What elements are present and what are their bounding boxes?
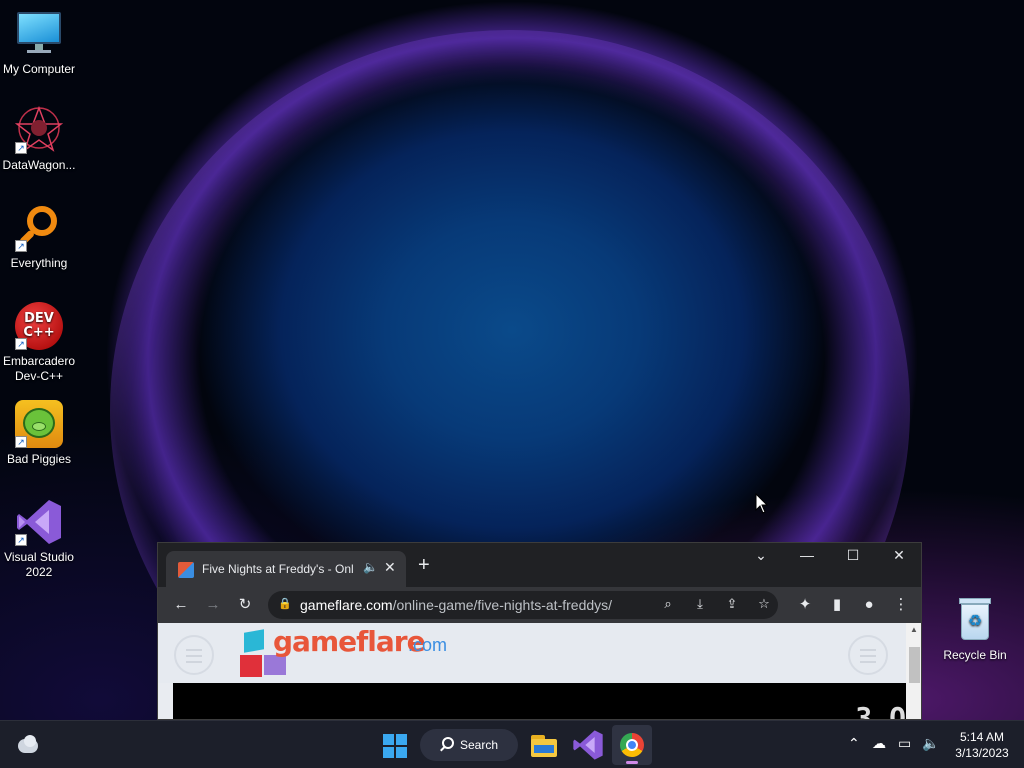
desktop-icon-label: DataWagon... <box>2 158 76 172</box>
file-explorer-icon[interactable] <box>528 729 560 761</box>
game-night-text: 3 O <box>855 701 906 720</box>
minimize-button[interactable]: — <box>792 547 822 563</box>
tab-close-icon[interactable]: ✕ <box>384 559 396 576</box>
game-canvas[interactable]: 3 O <box>173 683 906 720</box>
chrome-window[interactable]: Five Nights at Freddy's - Onl 🔈 ✕ + ⌄ — … <box>157 542 922 720</box>
desktop-icon-label: Bad Piggies <box>6 452 72 466</box>
install-icon[interactable]: ⤓ <box>690 596 710 612</box>
scroll-up-icon[interactable]: ▲ <box>910 625 918 634</box>
desktop-icon-label: Everything <box>10 256 68 270</box>
shortcut-arrow-icon: ↗ <box>15 240 27 252</box>
back-button[interactable]: ← <box>170 596 192 614</box>
desktop-icon-devcpp[interactable]: DEV C++ ↗ Embarcadero Dev-C++ <box>0 302 78 384</box>
site-logo-suffix: .com <box>408 635 448 655</box>
monitor-icon <box>15 10 63 58</box>
new-tab-button[interactable]: + <box>418 555 430 575</box>
extensions-icon[interactable]: ✦ <box>794 596 816 614</box>
bad-piggies-icon: ↗ <box>15 400 63 448</box>
visual-studio-icon: ↗ <box>15 498 63 546</box>
address-bar[interactable]: 🔒 gameflare.com/online-game/five-nights-… <box>268 591 778 619</box>
desktop-icon-visual-studio[interactable]: ↗ Visual Studio 2022 <box>0 498 78 580</box>
scrollbar-thumb[interactable] <box>909 647 920 683</box>
left-menu-icon[interactable] <box>174 635 214 675</box>
shortcut-arrow-icon: ↗ <box>15 142 27 154</box>
right-menu-icon[interactable] <box>848 635 888 675</box>
system-clock[interactable]: 5:14 AM 3/13/2023 <box>950 729 1014 761</box>
tab-title: Five Nights at Freddy's - Onl <box>202 562 354 576</box>
desktop-icon-bad-piggies[interactable]: ↗ Bad Piggies <box>0 400 78 467</box>
tab-five-nights[interactable]: Five Nights at Freddy's - Onl 🔈 ✕ <box>166 551 406 587</box>
desktop-icon-recycle-bin[interactable]: ♻ Recycle Bin <box>936 596 1014 663</box>
tab-strip: Five Nights at Freddy's - Onl 🔈 ✕ + ⌄ — … <box>158 543 921 587</box>
chevron-up-icon[interactable]: ⌃ <box>848 735 860 752</box>
lock-icon: 🔒 <box>278 598 292 610</box>
site-logo-text[interactable]: gameflare <box>273 625 426 658</box>
network-icon[interactable]: ▭ <box>898 735 911 752</box>
reload-button[interactable]: ↻ <box>234 596 256 614</box>
maximize-button[interactable]: ☐ <box>838 547 868 564</box>
page-scrollbar[interactable]: ▲ <box>906 623 921 719</box>
chrome-taskbar-button[interactable] <box>612 725 652 765</box>
desktop-icon-label: Embarcadero Dev-C++ <box>2 354 76 383</box>
page-content: gameflare .com 3 O ▲ <box>158 623 921 720</box>
desktop-icon-label: Visual Studio 2022 <box>4 550 74 579</box>
search-page-icon[interactable]: ⌕ <box>658 596 678 612</box>
search-label: Search <box>460 738 499 752</box>
bookmark-star-icon[interactable]: ☆ <box>754 596 774 612</box>
desktop-icon-label: Recycle Bin <box>943 648 1007 662</box>
taskbar-search-button[interactable]: Search <box>420 729 518 761</box>
search-icon <box>442 737 454 749</box>
desktop-icon-my-computer[interactable]: My Computer <box>0 10 78 77</box>
magnifier-icon: ↗ <box>15 204 63 252</box>
start-icon[interactable] <box>380 729 412 761</box>
volume-icon[interactable]: 🔈 <box>922 735 939 752</box>
weather-icon[interactable] <box>14 733 42 757</box>
cloud-off-icon[interactable]: ☁ <box>872 735 886 752</box>
shortcut-arrow-icon: ↗ <box>15 436 27 448</box>
clock-date: 3/13/2023 <box>955 746 1009 760</box>
gameflare-favicon-icon <box>178 562 194 578</box>
recycle-bin-icon: ♻ <box>951 596 999 644</box>
share-icon[interactable]: ⇪ <box>722 596 742 612</box>
speaker-icon[interactable]: 🔈 <box>363 560 378 574</box>
visual-studio-taskbar-icon[interactable] <box>572 729 604 761</box>
url-text: gameflare.com/online-game/five-nights-at… <box>300 597 613 613</box>
clock-time: 5:14 AM <box>959 730 1005 744</box>
desktop-icon-label: My Computer <box>2 62 76 76</box>
desktop-icon-datawagon[interactable]: ↗ DataWagon... <box>0 105 78 173</box>
menu-kebab-icon[interactable]: ⋮ <box>890 596 912 614</box>
browser-toolbar: ← → ↻ 🔒 gameflare.com/online-game/five-n… <box>158 587 921 623</box>
forward-button[interactable]: → <box>202 596 224 614</box>
side-panel-icon[interactable]: ▮ <box>826 596 848 614</box>
datawagon-icon: ↗ <box>14 105 64 154</box>
tab-search-button[interactable]: ⌄ <box>746 547 776 564</box>
active-indicator <box>626 761 638 764</box>
site-header: gameflare .com <box>158 623 906 683</box>
desktop-icon-everything[interactable]: ↗ Everything <box>0 204 78 271</box>
close-window-button[interactable]: ✕ <box>884 547 914 564</box>
shortcut-arrow-icon: ↗ <box>15 534 27 546</box>
shortcut-arrow-icon: ↗ <box>15 338 27 350</box>
taskbar: Search ⌃ ☁ ▭ 🔈 5:14 AM 3/13/2023 <box>0 720 1024 768</box>
profile-icon[interactable]: ● <box>858 596 880 614</box>
devcpp-icon: DEV C++ ↗ <box>15 302 63 350</box>
